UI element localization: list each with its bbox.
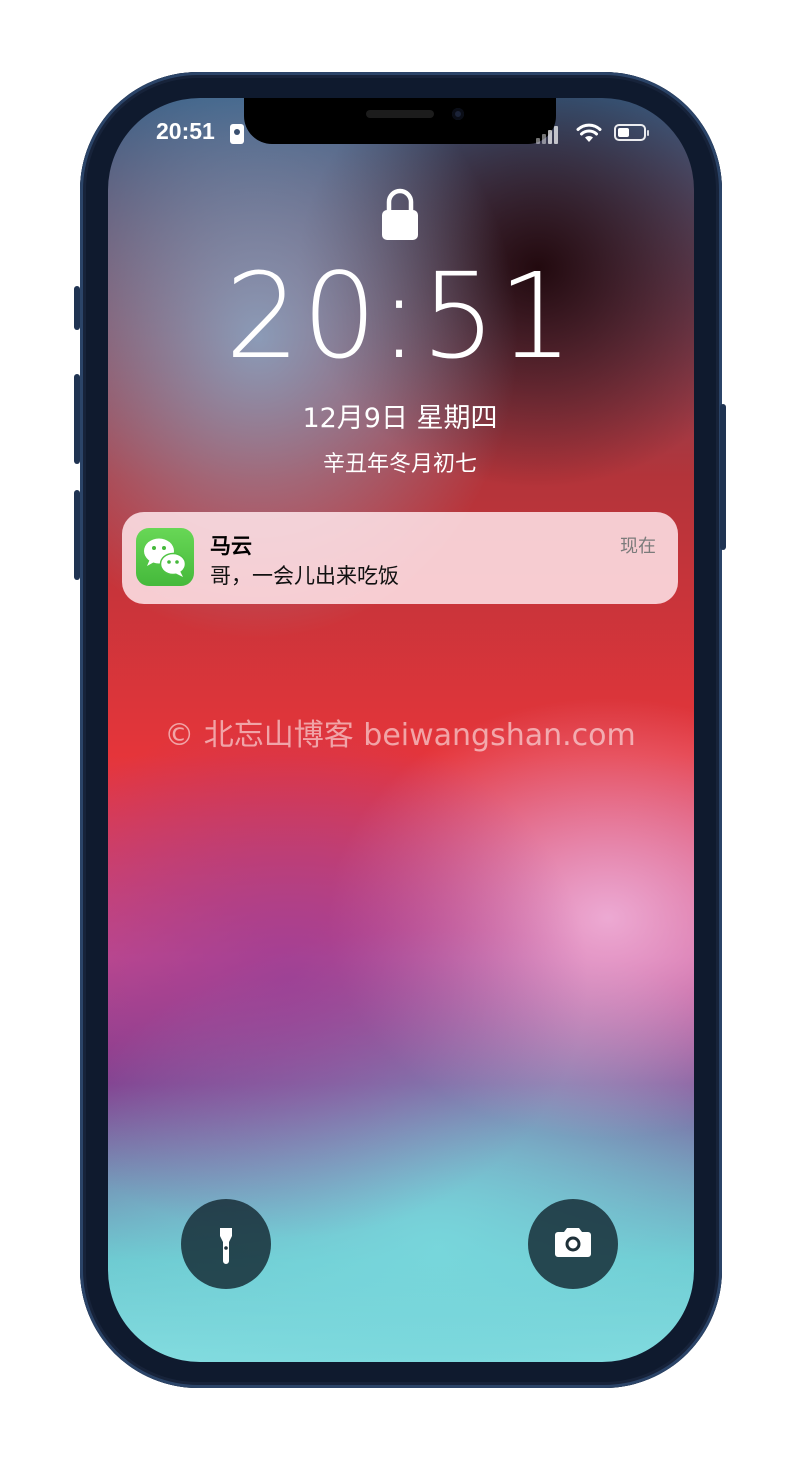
id-badge-icon <box>230 124 244 144</box>
earpiece-speaker <box>366 110 434 118</box>
flashlight-icon <box>220 1228 232 1264</box>
notification-card[interactable]: 马云 哥，一会儿出来吃饭 现在 <box>122 512 678 604</box>
battery-icon <box>614 124 649 141</box>
notification-time: 现在 <box>620 536 656 557</box>
front-camera <box>452 108 464 120</box>
lock-icon <box>382 188 418 240</box>
volume-down-button <box>74 490 80 580</box>
notification-message: 哥，一会儿出来吃饭 <box>210 564 399 588</box>
notification-title: 马云 <box>210 534 252 558</box>
camera-icon <box>555 1228 591 1257</box>
status-bar-time: 20:51 <box>156 118 215 144</box>
wechat-icon <box>136 528 194 586</box>
flashlight-button[interactable] <box>181 1199 271 1289</box>
battery-level <box>618 128 629 137</box>
cellular-signal-icon <box>536 124 564 144</box>
watermark: © 北忘山博客 beiwangshan.com <box>164 718 636 753</box>
lunar-date: 辛丑年冬月初七 <box>322 452 477 477</box>
notch <box>244 98 556 144</box>
lock-screen-clock: 20:51 <box>224 247 576 385</box>
camera-button[interactable] <box>528 1199 618 1289</box>
lock-screen-date: 12月9日 星期四 <box>302 403 498 434</box>
wifi-icon <box>576 123 602 142</box>
